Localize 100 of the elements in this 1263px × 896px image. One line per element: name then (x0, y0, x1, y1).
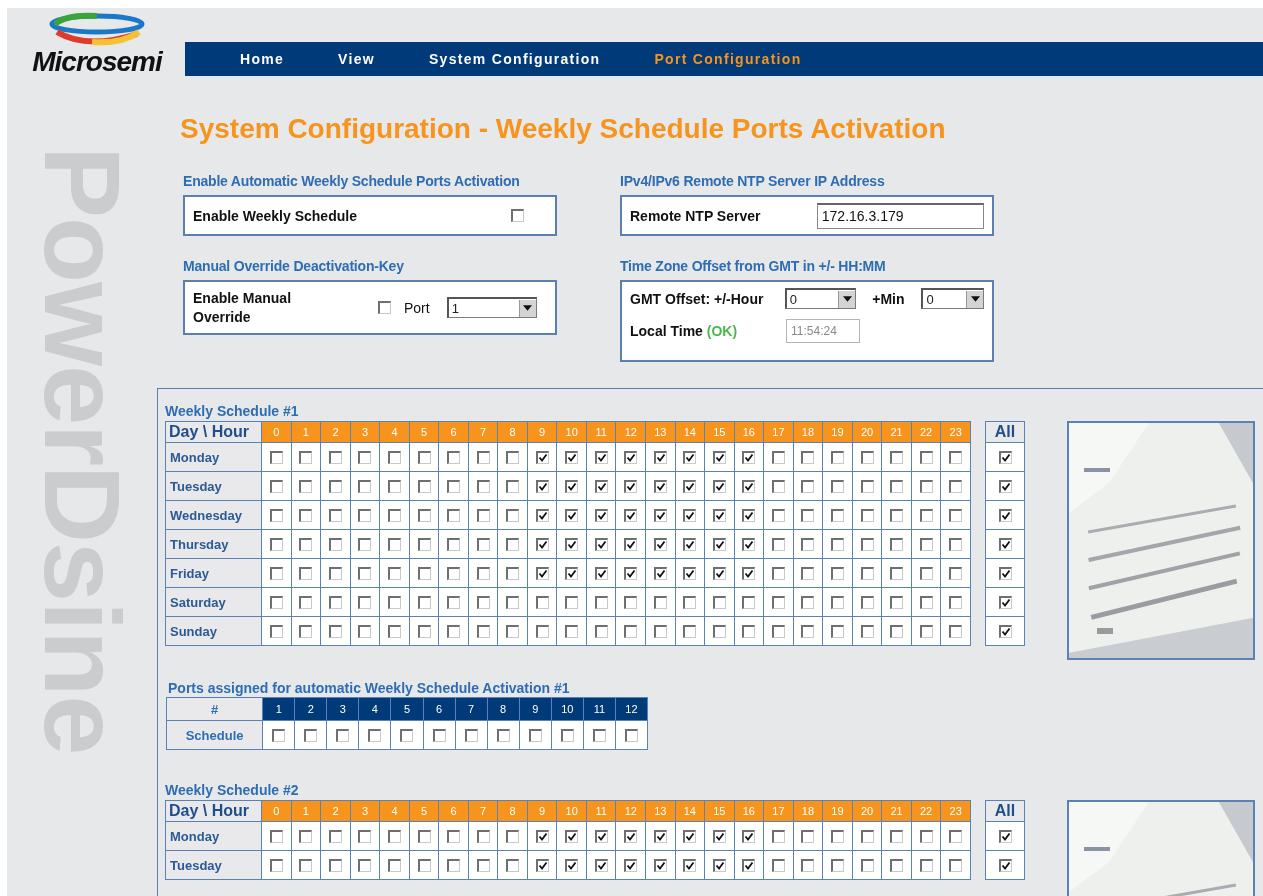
minute-dropdown[interactable]: 0 (921, 288, 984, 309)
checkbox[interactable] (506, 625, 520, 639)
checkbox[interactable] (860, 596, 874, 610)
checkbox[interactable] (624, 451, 638, 465)
checkbox[interactable] (949, 509, 963, 523)
checkbox[interactable] (830, 830, 844, 844)
checkbox[interactable] (358, 451, 372, 465)
checkbox[interactable] (624, 538, 638, 552)
checkbox[interactable] (269, 451, 283, 465)
checkbox[interactable] (890, 509, 904, 523)
checkbox[interactable] (269, 567, 283, 581)
checkbox[interactable] (506, 538, 520, 552)
checkbox[interactable] (830, 859, 844, 873)
checkbox[interactable] (388, 830, 401, 844)
checkbox[interactable] (535, 596, 549, 610)
checkbox[interactable] (528, 729, 542, 743)
hour-dropdown[interactable]: 0 (784, 288, 857, 309)
checkbox[interactable] (742, 596, 756, 610)
checkbox[interactable] (801, 538, 815, 552)
checkbox[interactable] (432, 729, 446, 743)
checkbox[interactable] (476, 538, 490, 552)
checkbox[interactable] (801, 480, 815, 494)
checkbox[interactable] (830, 538, 844, 552)
checkbox[interactable] (388, 451, 401, 465)
checkbox[interactable] (328, 480, 342, 494)
checkbox[interactable] (624, 509, 638, 523)
checkbox[interactable] (949, 859, 963, 873)
checkbox[interactable] (998, 480, 1012, 494)
checkbox[interactable] (771, 830, 785, 844)
checkbox[interactable] (712, 567, 726, 581)
checkbox[interactable] (742, 538, 756, 552)
checkbox[interactable] (328, 538, 342, 552)
checkbox[interactable] (683, 538, 697, 552)
checkbox[interactable] (860, 509, 874, 523)
checkbox[interactable] (511, 209, 524, 222)
checkbox[interactable] (771, 859, 785, 873)
checkbox[interactable] (506, 830, 520, 844)
checkbox[interactable] (269, 596, 283, 610)
checkbox[interactable] (417, 567, 431, 581)
checkbox[interactable] (830, 451, 844, 465)
checkbox[interactable] (998, 567, 1012, 581)
checkbox[interactable] (535, 538, 549, 552)
checkbox[interactable] (358, 509, 372, 523)
checkbox[interactable] (476, 567, 490, 581)
checkbox[interactable] (328, 567, 342, 581)
checkbox[interactable] (417, 830, 431, 844)
input-field[interactable]: 172.16.3.179 (816, 202, 984, 229)
checkbox[interactable] (653, 596, 667, 610)
checkbox[interactable] (447, 859, 461, 873)
checkbox[interactable] (299, 859, 313, 873)
checkbox[interactable] (712, 830, 726, 844)
checkbox[interactable] (683, 480, 697, 494)
nav-link[interactable]: View (338, 51, 375, 67)
checkbox[interactable] (358, 567, 372, 581)
checkbox[interactable] (358, 830, 372, 844)
checkbox[interactable] (476, 625, 490, 639)
checkbox[interactable] (890, 830, 904, 844)
checkbox[interactable] (506, 480, 520, 494)
checkbox[interactable] (998, 509, 1012, 523)
checkbox[interactable] (388, 859, 401, 873)
checkbox[interactable] (506, 567, 520, 581)
checkbox[interactable] (447, 480, 461, 494)
checkbox[interactable] (560, 729, 574, 743)
checkbox[interactable] (535, 830, 549, 844)
checkbox[interactable] (624, 567, 638, 581)
checkbox[interactable] (860, 859, 874, 873)
checkbox[interactable] (830, 596, 844, 610)
checkbox[interactable] (683, 830, 697, 844)
checkbox[interactable] (830, 480, 844, 494)
checkbox[interactable] (447, 538, 461, 552)
checkbox[interactable] (565, 596, 579, 610)
checkbox[interactable] (919, 509, 933, 523)
checkbox[interactable] (535, 859, 549, 873)
checkbox[interactable] (565, 538, 579, 552)
checkbox[interactable] (624, 729, 638, 743)
checkbox[interactable] (417, 859, 431, 873)
checkbox[interactable] (712, 625, 726, 639)
checkbox[interactable] (683, 451, 697, 465)
checkbox[interactable] (712, 480, 726, 494)
checkbox[interactable] (801, 451, 815, 465)
nav-link[interactable]: Port Configuration (654, 51, 802, 67)
checkbox[interactable] (624, 596, 638, 610)
checkbox[interactable] (594, 538, 608, 552)
checkbox[interactable] (299, 509, 313, 523)
checkbox[interactable] (949, 625, 963, 639)
checkbox[interactable] (624, 480, 638, 494)
checkbox[interactable] (653, 538, 667, 552)
checkbox[interactable] (860, 625, 874, 639)
checkbox[interactable] (594, 859, 608, 873)
checkbox[interactable] (919, 830, 933, 844)
checkbox[interactable] (771, 451, 785, 465)
checkbox[interactable] (653, 509, 667, 523)
checkbox[interactable] (336, 729, 350, 743)
checkbox[interactable] (272, 729, 286, 743)
checkbox[interactable] (358, 480, 372, 494)
checkbox[interactable] (400, 729, 414, 743)
checkbox[interactable] (890, 451, 904, 465)
nav-link[interactable]: Home (240, 51, 285, 67)
checkbox[interactable] (860, 451, 874, 465)
checkbox[interactable] (417, 625, 431, 639)
